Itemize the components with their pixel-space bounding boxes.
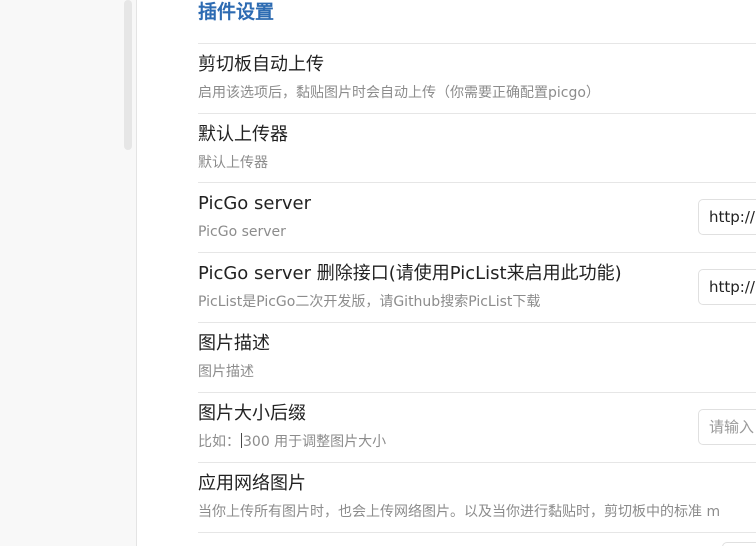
image-size-suffix-input[interactable]: 请输入 [698,409,756,445]
setting-row-apply-network-images: 应用网络图片 当你上传所有图片时，也会上传网络图片。以及当你进行黏贴时，剪切板中… [198,462,756,532]
setting-title: 图片大小后缀 [198,403,306,424]
setting-row-default-uploader: 默认上传器 默认上传器 [198,113,756,183]
setting-description: 比如： 300 用于调整图片大小 [198,433,386,451]
picgo-server-input[interactable]: http:// [698,199,756,235]
setting-title: 默认上传器 [198,124,288,145]
setting-title: PicGo server 删除接口(请使用PicList来启用此功能) [198,263,622,284]
setting-description: 启用该选项后，黏贴图片时会自动上传（你需要正确配置picgo） [198,85,600,101]
setting-title: PicGo server [198,193,312,214]
picgo-delete-api-input[interactable]: http:// [698,269,756,305]
plugin-settings-panel: 插件设置 剪切板自动上传 启用该选项后，黏贴图片时会自动上传（你需要正确配置pi… [198,0,756,546]
setting-row-image-description: 图片描述 图片描述 [198,322,756,392]
setting-description: PicList是PicGo二次开发版，请Github搜索PicList下载 [198,294,541,310]
setting-row-clipboard-auto-upload: 剪切板自动上传 启用该选项后，黏贴图片时会自动上传（你需要正确配置picgo） [198,43,756,113]
sidebar-scrollbar[interactable] [124,0,132,150]
setting-description: 默认上传器 [198,155,268,171]
section-title: 插件设置 [198,1,275,23]
settings-window: 插件设置 剪切板自动上传 启用该选项后，黏贴图片时会自动上传（你需要正确配置pi… [0,0,756,546]
description-suffix: 300 用于调整图片大小 [243,434,387,450]
setting-row-picgo-delete-api: PicGo server 删除接口(请使用PicList来启用此功能) PicL… [198,252,756,322]
setting-title: 应用网络图片 [198,473,306,494]
setting-description: 当你上传所有图片时，也会上传网络图片。以及当你进行黏贴时，剪切板中的标准 m [198,504,721,520]
setting-description: PicGo server [198,224,286,240]
setting-row-picgo-server: PicGo server PicGo server http:// [198,182,756,252]
description-prefix: 比如： [198,434,240,450]
next-setting-input[interactable] [722,542,756,546]
setting-row-next [198,532,756,546]
setting-description: 图片描述 [198,364,254,380]
setting-title: 剪切板自动上传 [198,54,324,75]
settings-sidebar [0,0,137,546]
setting-title: 图片描述 [198,333,270,354]
text-caret [241,433,242,448]
setting-row-image-size-suffix: 图片大小后缀 比如： 300 用于调整图片大小 请输入 [198,392,756,462]
